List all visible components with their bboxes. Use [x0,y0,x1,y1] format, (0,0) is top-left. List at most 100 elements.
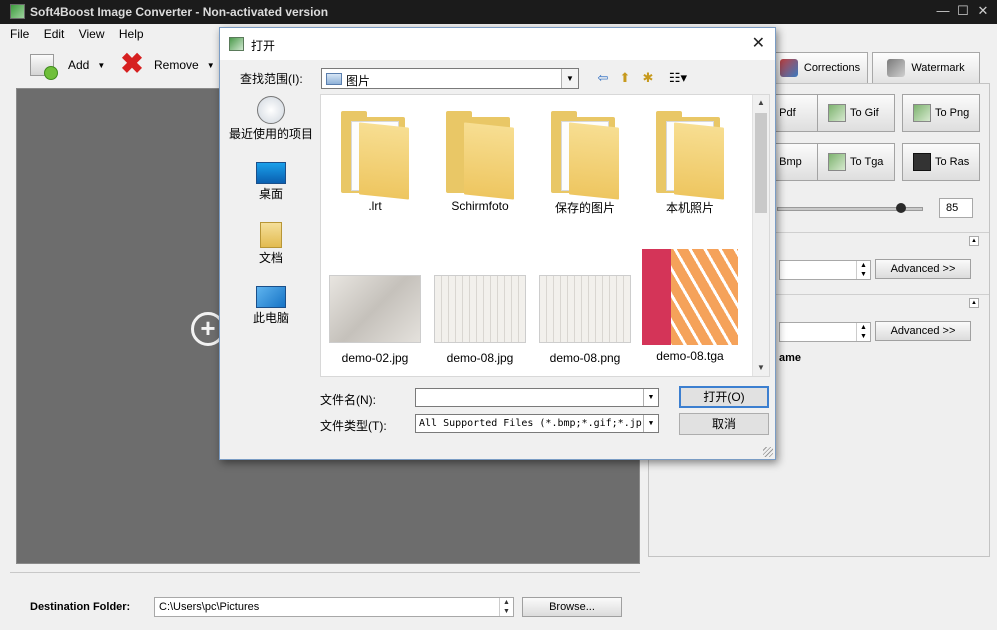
file-type-select[interactable]: All Supported Files (*.bmp;*.gif;*.jp ▼ [415,414,659,433]
settings-combo-1[interactable]: ▲ ▼ [779,260,871,280]
open-file-dialog: 打开 ✕ 查找范围(I): 图片 ▼ ⇦ ⬆ ✱ ☷▾ 最近使用的项目 桌面 文… [219,27,776,460]
place-this-pc-label: 此电脑 [252,311,289,325]
destination-folder-field[interactable]: C:\Users\pc\Pictures ▲ ▼ [154,597,514,617]
chevron-down-icon[interactable]: ▼ [97,61,105,70]
folder-icon [341,111,409,200]
chevron-down-icon[interactable]: ▼ [643,389,658,406]
tga-icon [828,153,846,171]
advanced-button-2[interactable]: Advanced >> [875,321,971,341]
spinner-icon[interactable]: ▲ ▼ [499,598,513,616]
browse-button[interactable]: Browse... [522,597,622,617]
place-desktop-label: 桌面 [258,187,283,201]
minimize-button[interactable]: — [934,2,952,20]
add-button-label: Add [68,58,90,72]
up-folder-icon[interactable]: ⬆ [617,70,633,86]
file-name: demo-02.jpg [341,351,409,365]
to-tga-label: To Tga [850,156,884,168]
chevron-down-icon[interactable]: ▼ [561,69,578,88]
collapse-icon[interactable]: ▲ [969,298,979,308]
resize-grip-icon[interactable] [763,447,773,457]
file-name-label: 文件名(N): [320,393,376,407]
look-in-label: 查找范围(I): [240,72,303,86]
folder-icon [446,111,514,200]
open-button[interactable]: 打开(O) [679,386,769,408]
places-bar: 最近使用的项目 桌面 文档 此电脑 [228,94,314,394]
view-menu-icon[interactable]: ☷▾ [663,70,693,86]
remove-button[interactable]: ✖ Remove ▼ [120,48,215,82]
menu-file[interactable]: File [10,27,29,41]
dialog-close-button[interactable]: ✕ [752,33,765,53]
remove-x-icon: ✖ [120,48,144,79]
menu-edit[interactable]: Edit [44,27,65,41]
png-icon [913,104,931,122]
to-gif-label: To Gif [850,107,879,119]
to-png-label: To Png [935,107,970,119]
remove-button-label: Remove [154,58,199,72]
tab-corrections[interactable]: Corrections [772,52,868,83]
file-name: .lrt [368,199,382,213]
maximize-button[interactable]: ☐ [954,2,972,20]
tab-corrections-label: Corrections [803,62,861,74]
scroll-down-icon[interactable]: ▼ [753,360,769,376]
menu-help[interactable]: Help [119,27,144,41]
chevron-down-icon[interactable]: ▼ [207,61,215,70]
folder-icon [551,111,619,200]
place-recent[interactable]: 最近使用的项目 [228,96,314,141]
name-label: ame [779,352,802,364]
tab-watermark-label: Watermark [911,62,965,74]
watermark-icon [887,59,906,77]
settings-combo-2[interactable]: ▲ ▼ [779,322,871,342]
this-pc-icon [256,286,286,308]
file-name: 保存的图片 [554,201,615,215]
menu-bar: File Edit View Help [10,27,155,45]
spinner-icon[interactable]: ▲ ▼ [856,261,870,279]
close-button[interactable]: ✕ [974,2,992,20]
tab-watermark[interactable]: Watermark [872,52,980,83]
list-item[interactable]: 本机照片 [640,111,740,216]
folder-icon [656,111,724,200]
cancel-button[interactable]: 取消 [679,413,769,435]
file-list[interactable]: .lrt Schirmfoto 保存的图片 本机照片 demo-02.jpg d… [320,94,770,377]
place-recent-label: 最近使用的项目 [228,127,313,141]
window-title: Soft4Boost Image Converter - Non-activat… [30,5,329,19]
collapse-icon[interactable]: ▲ [969,236,979,246]
image-thumbnail [642,249,738,345]
file-name: 本机照片 [665,201,714,215]
place-this-pc[interactable]: 此电脑 [228,286,314,325]
list-item[interactable]: Schirmfoto [430,111,530,213]
file-name: demo-08.jpg [446,351,514,365]
to-ras-button[interactable]: To Ras [902,143,980,181]
place-desktop[interactable]: 桌面 [228,162,314,201]
scroll-up-icon[interactable]: ▲ [753,95,769,111]
chevron-down-icon[interactable]: ▼ [643,415,658,432]
advanced-button-1[interactable]: Advanced >> [875,259,971,279]
quality-slider-thumb[interactable] [896,203,907,213]
place-documents-label: 文档 [258,251,283,265]
image-thumbnail [434,275,526,343]
list-item[interactable]: demo-08.jpg [430,275,530,365]
ras-camera-icon [913,153,931,171]
new-folder-icon[interactable]: ✱ [640,70,656,86]
scroll-thumb[interactable] [755,113,767,213]
destination-label: Destination Folder: [30,601,131,613]
place-documents[interactable]: 文档 [228,222,314,265]
to-tga-button[interactable]: To Tga [817,143,895,181]
list-item[interactable]: demo-08.png [535,275,635,365]
back-arrow-icon[interactable]: ⇦ [595,70,611,86]
documents-icon [260,222,282,248]
quality-field[interactable]: 85 [939,198,973,218]
look-in-combo[interactable]: 图片 ▼ [321,68,579,89]
list-item[interactable]: demo-02.jpg [325,275,425,365]
vertical-scrollbar[interactable]: ▲ ▼ [752,95,769,376]
to-png-button[interactable]: To Png [902,94,980,132]
list-item[interactable]: 保存的图片 [535,111,635,216]
list-item[interactable]: .lrt [325,111,425,213]
to-gif-button[interactable]: To Gif [817,94,895,132]
list-item[interactable]: demo-08.tga [640,249,740,363]
add-button[interactable]: Add ▼ [30,48,105,82]
title-bar: Soft4Boost Image Converter - Non-activat… [0,0,997,24]
spinner-icon[interactable]: ▲ ▼ [856,323,870,341]
menu-view[interactable]: View [79,27,105,41]
file-name-field[interactable]: ▼ [415,388,659,407]
corrections-icon [779,59,798,77]
